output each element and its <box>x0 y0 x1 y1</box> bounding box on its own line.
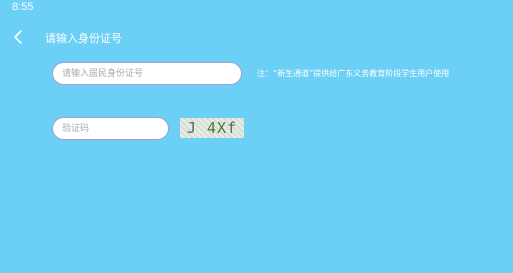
captcha-input[interactable] <box>52 117 169 140</box>
captcha-image[interactable]: J 4Xf <box>180 118 244 138</box>
page-title: 请输入身份证号 <box>45 32 122 45</box>
back-button[interactable] <box>10 28 28 46</box>
new-student-note: 注：“新生通道”提供给广东义务教育阶段学生用户使用 <box>257 69 450 78</box>
captcha-code: J 4Xf <box>186 119 238 137</box>
chevron-left-icon <box>14 30 22 44</box>
id-number-input[interactable] <box>52 62 242 85</box>
status-bar-time: 8:55 <box>12 1 34 13</box>
screen: 8:55 请输入身份证号 注：“新生通道”提供给广东义务教育阶段学生用户使用 J… <box>0 0 513 273</box>
